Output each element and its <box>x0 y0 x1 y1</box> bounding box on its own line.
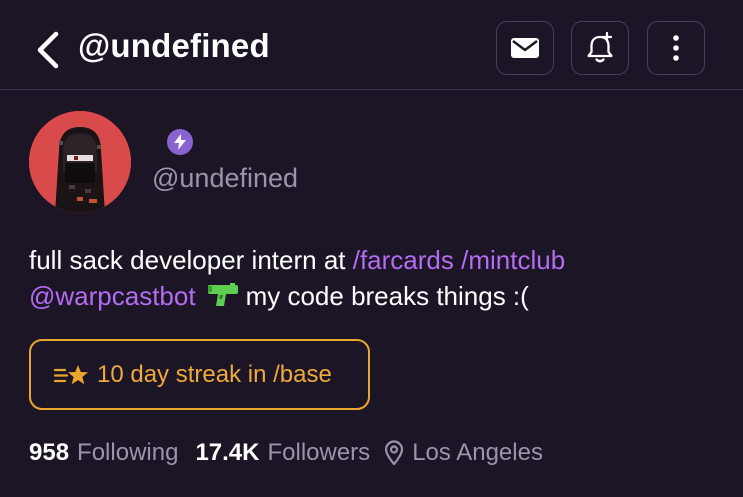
location-label: Los Angeles <box>412 439 543 466</box>
avatar[interactable] <box>29 111 131 213</box>
bio-text-end: my code breaks things :( <box>245 281 529 311</box>
following-stat[interactable]: 958 Following <box>29 439 178 467</box>
profile-header: @undefined <box>0 0 743 90</box>
more-options-button[interactable] <box>647 21 705 75</box>
message-button[interactable] <box>496 21 554 75</box>
back-arrow-icon <box>37 31 59 69</box>
followers-count: 17.4K <box>195 439 260 466</box>
profile-bio: full sack developer intern at /farcards … <box>29 242 719 317</box>
streak-label: 10 day streak in /base <box>97 360 332 388</box>
back-button[interactable] <box>34 30 64 70</box>
bell-plus-icon <box>587 31 613 63</box>
streak-button[interactable]: 10 day streak in /base <box>29 339 370 410</box>
notify-button[interactable] <box>571 21 629 75</box>
water-pistol-icon <box>206 280 240 317</box>
mail-icon <box>511 38 539 58</box>
pixel-hooded-figure-image <box>29 111 131 213</box>
lightning-bolt-icon <box>174 134 186 150</box>
power-badge <box>167 129 193 155</box>
following-label: Following <box>77 439 179 466</box>
bio-text: full sack developer intern at <box>29 245 353 275</box>
followers-stat[interactable]: 17.4K Followers <box>195 439 370 467</box>
channel-link-mintclub[interactable]: /mintclub <box>461 245 565 275</box>
more-vertical-icon <box>673 35 679 61</box>
location: Los Angeles <box>384 439 543 467</box>
map-pin-icon <box>385 440 404 466</box>
channel-link-farcards[interactable]: /farcards <box>353 245 454 275</box>
profile-stats: 958 Following 17.4K Followers Los Angele… <box>29 439 543 467</box>
following-count: 958 <box>29 439 70 466</box>
followers-label: Followers <box>267 439 371 466</box>
user-link-warpcastbot[interactable]: @warpcastbot <box>29 281 196 311</box>
streak-star-icon <box>53 364 88 384</box>
page-title: @undefined <box>78 27 270 64</box>
username: @undefined <box>152 163 299 193</box>
